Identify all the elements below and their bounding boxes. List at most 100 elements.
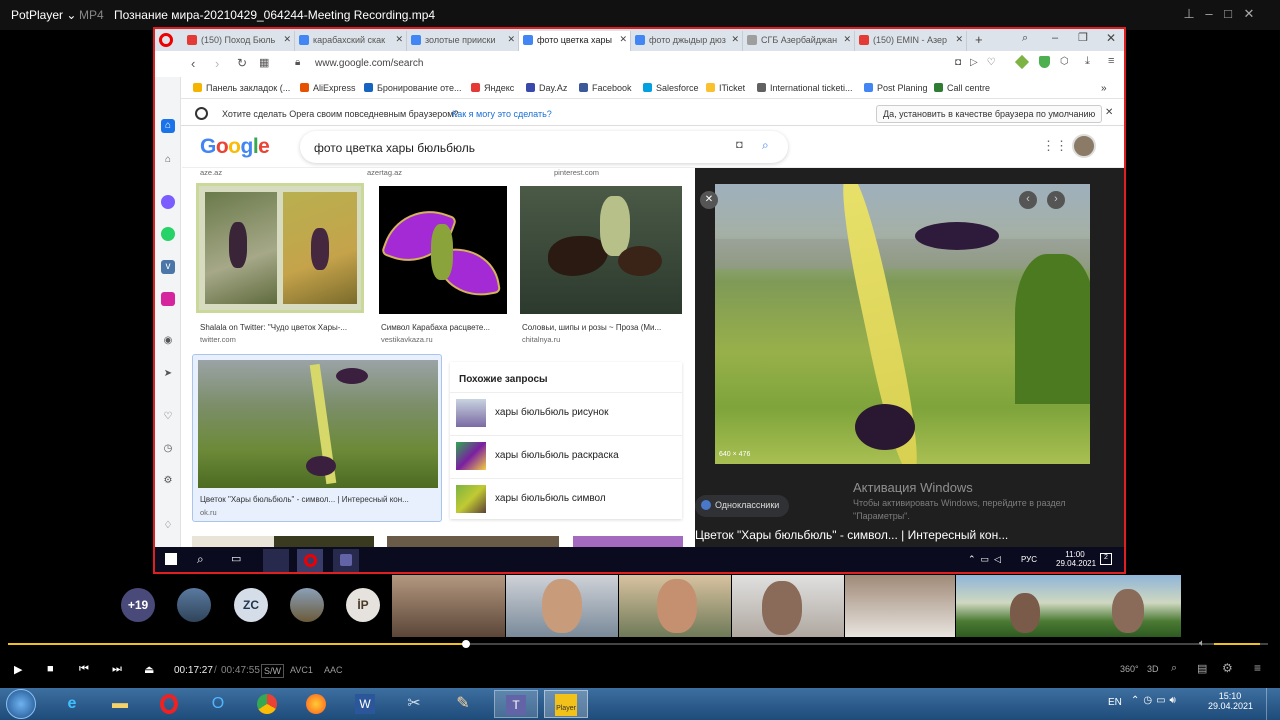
avatar[interactable]: [1072, 134, 1096, 158]
settings-icon[interactable]: ⚙: [1222, 661, 1233, 675]
source-chip[interactable]: Одноклассники: [695, 495, 790, 517]
preview-title[interactable]: Цветок "Хары бюльбюль" - символ... | Инт…: [695, 528, 1008, 542]
tips-icon[interactable]: ♢: [161, 519, 175, 533]
instagram-icon[interactable]: [161, 292, 175, 306]
infobar-close-icon[interactable]: ✕: [1105, 107, 1113, 118]
avatar[interactable]: [177, 588, 211, 622]
player-icon[interactable]: ◉: [161, 334, 175, 348]
bookmark-5[interactable]: Facebook: [579, 83, 632, 93]
tab-4[interactable]: фото джыдыр дюз ✕: [631, 31, 743, 51]
play-icon[interactable]: ▶: [14, 663, 22, 676]
mail-icon[interactable]: O: [196, 690, 240, 718]
tray-icons[interactable]: ⌃▭◁: [968, 554, 1006, 565]
result-image-2[interactable]: [520, 186, 682, 314]
tab-close-icon[interactable]: ✕: [507, 34, 515, 45]
player-menu-button[interactable]: PotPlayer ⌄: [11, 8, 76, 22]
set-default-button[interactable]: Да, установить в качестве браузера по ум…: [876, 105, 1103, 123]
tab-5[interactable]: СГБ Азербайджан ✕: [743, 31, 855, 51]
bookmark-0[interactable]: Панель закладок (...: [193, 83, 290, 93]
speed-dial-icon[interactable]: ▦: [259, 56, 269, 69]
result-caption[interactable]: Соловьи, шипы и розы ~ Проза (Ми...: [522, 323, 682, 332]
prev-image-icon[interactable]: ‹: [1019, 191, 1037, 209]
forward-icon[interactable]: ›: [215, 56, 219, 71]
favorites-icon[interactable]: ♡: [161, 410, 175, 424]
menu-icon[interactable]: ≡: [1108, 55, 1114, 67]
result-image-3[interactable]: [198, 360, 438, 488]
back-icon[interactable]: ‹: [191, 56, 195, 71]
bookmark-8[interactable]: International ticketi...: [757, 83, 853, 93]
tab-6[interactable]: (150) EMIN - Азер ✕: [855, 31, 967, 51]
search-input[interactable]: фото цветка хары бюльбюль: [300, 131, 788, 163]
settings-icon[interactable]: ⚙: [161, 474, 175, 488]
tab-close-icon[interactable]: ✕: [843, 34, 851, 45]
minimize-icon[interactable]: –: [1201, 6, 1217, 22]
related-item-0[interactable]: хары бюльбюль рисунок: [450, 392, 682, 432]
vk-icon[interactable]: v: [161, 260, 175, 274]
tab-3-active[interactable]: фото цветка хары ✕: [519, 31, 631, 51]
url-field[interactable]: www.google.com/search: [315, 58, 423, 69]
result-caption[interactable]: Цветок "Хары бюльбюль" - символ... | Инт…: [200, 495, 438, 504]
participant-video[interactable]: [392, 575, 505, 637]
maximize-icon[interactable]: □: [1220, 6, 1236, 22]
tab-close-icon[interactable]: ✕: [619, 34, 627, 45]
minimize-icon[interactable]: –: [1052, 32, 1058, 44]
show-desktop-button[interactable]: [1266, 688, 1280, 720]
snipping-tool-icon[interactable]: ✂: [392, 690, 436, 718]
seek-bar[interactable]: [0, 638, 1280, 650]
related-item-1[interactable]: хары бюльбюль раскраска: [450, 435, 682, 475]
google-logo[interactable]: Google: [200, 135, 270, 159]
bookmark-9[interactable]: Post Planing: [864, 83, 928, 93]
tab-close-icon[interactable]: ✕: [283, 34, 291, 45]
task-view-icon[interactable]: ▭: [231, 552, 241, 565]
seek-handle[interactable]: [461, 640, 470, 648]
language-indicator[interactable]: РУС: [1021, 555, 1037, 564]
address-actions[interactable]: ◘▷♡: [955, 57, 1005, 68]
new-tab-icon[interactable]: +: [975, 32, 983, 47]
teams-taskbar-icon[interactable]: [333, 549, 359, 572]
clock[interactable]: 11:00 29.04.2021: [1056, 550, 1096, 568]
teams-icon[interactable]: T: [494, 690, 538, 718]
result-card-selected[interactable]: Цветок "Хары бюльбюль" - символ... | Инт…: [192, 354, 442, 522]
close-preview-icon[interactable]: ✕: [700, 191, 718, 209]
playlist-icon[interactable]: ▤: [1197, 662, 1207, 675]
speed-dial-icon[interactable]: ⌂: [161, 119, 175, 133]
whatsapp-icon[interactable]: [161, 227, 175, 241]
language-indicator[interactable]: EN: [1108, 697, 1122, 708]
previous-icon[interactable]: ⏮︎: [79, 663, 89, 676]
bookmark-10[interactable]: Call centre: [934, 83, 990, 93]
bookmark-6[interactable]: Salesforce: [643, 83, 699, 93]
vpn-icon[interactable]: [1014, 54, 1030, 70]
eject-icon[interactable]: ⏏︎: [144, 663, 154, 676]
download-icon[interactable]: ⤓: [1085, 55, 1090, 68]
paint-icon[interactable]: ✎: [441, 690, 485, 718]
volume-icon[interactable]: 🔈︎: [1199, 638, 1205, 649]
search-icon[interactable]: ⌕: [197, 552, 204, 567]
chrome-icon[interactable]: [245, 690, 289, 718]
search-tabs-icon[interactable]: ⌕: [1022, 32, 1028, 45]
history-icon[interactable]: ◷: [161, 442, 175, 456]
more-participants-badge[interactable]: +19: [121, 588, 155, 622]
extensions-icon[interactable]: ⬡: [1060, 56, 1069, 67]
opera-logo-icon[interactable]: [159, 33, 173, 47]
tab-close-icon[interactable]: ✕: [731, 34, 739, 45]
notification-icon[interactable]: 2: [1100, 553, 1112, 565]
participant-video[interactable]: [619, 575, 731, 637]
participant-video[interactable]: [732, 575, 844, 637]
tab-close-icon[interactable]: ✕: [955, 34, 963, 45]
start-icon[interactable]: [165, 553, 177, 565]
vr-360-button[interactable]: 360°: [1120, 664, 1139, 674]
send-icon[interactable]: ➤: [161, 367, 175, 381]
potplayer-icon[interactable]: Player: [544, 690, 588, 718]
participant-video[interactable]: [956, 575, 1181, 637]
clock[interactable]: 15:10 29.04.2021: [1208, 691, 1253, 711]
stop-icon[interactable]: ■: [47, 663, 54, 675]
app-icon[interactable]: [263, 549, 289, 572]
next-icon[interactable]: ⏭︎: [112, 663, 122, 676]
bookmark-1[interactable]: AliExpress: [300, 83, 356, 93]
related-item-2[interactable]: хары бюльбюль символ: [450, 478, 682, 518]
menu-icon[interactable]: ≡: [1254, 661, 1261, 675]
bookmark-3[interactable]: Яндекс: [471, 83, 514, 93]
bookmark-7[interactable]: ITicket: [706, 83, 745, 93]
tray-icons[interactable]: ⌃◷▭🔊︎: [1131, 695, 1180, 706]
tab-2[interactable]: золотые прииски ✕: [407, 31, 519, 51]
